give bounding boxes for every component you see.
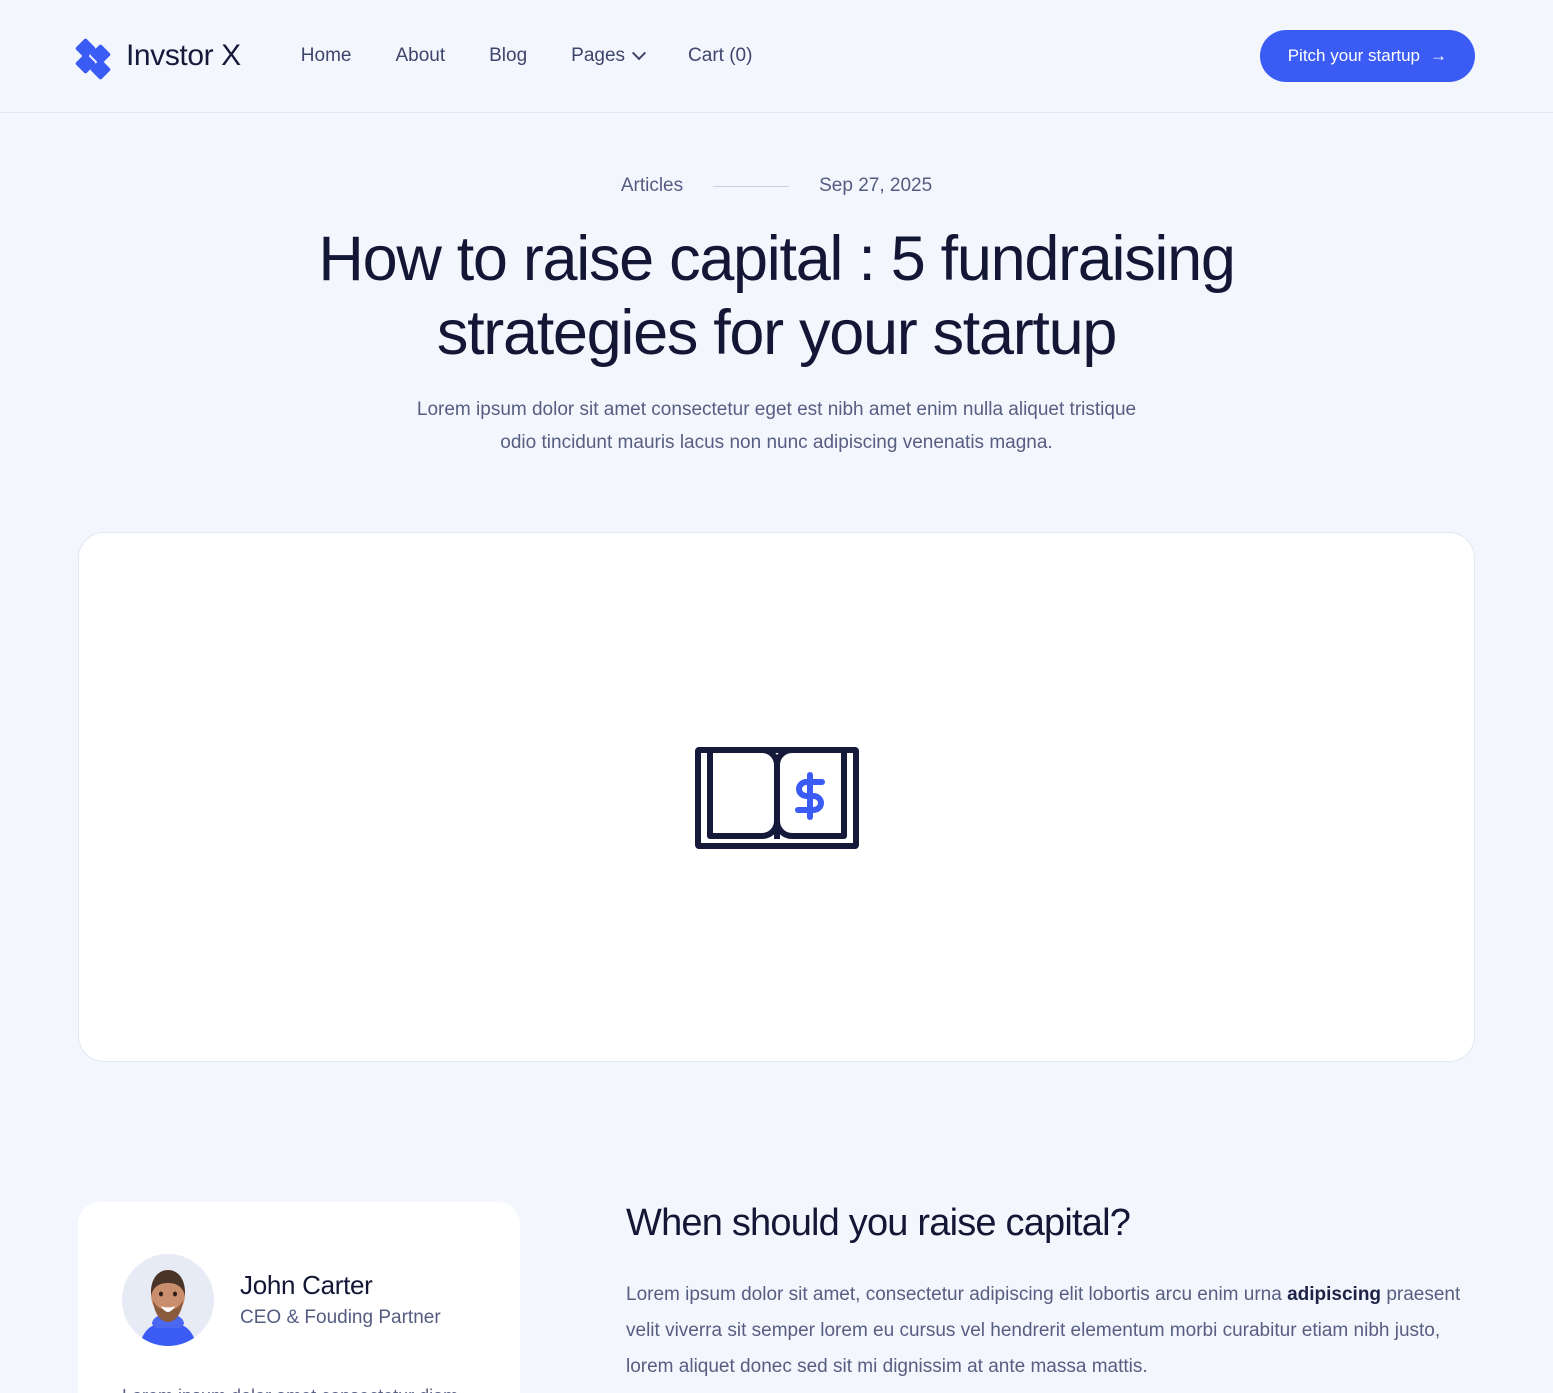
section-heading: When should you raise capital? <box>626 1201 1131 1244</box>
article-date: Sep 27, 2025 <box>819 175 933 196</box>
page-root: Invstor X Home About Blog Pages Cart (0)… <box>0 0 1553 1393</box>
article-hero: Articles Sep 27, 2025 How to raise capit… <box>0 113 1553 460</box>
nav-link-about-label: About <box>395 45 446 66</box>
author-bio: Lorem ipsum dolor amet consectetur diam … <box>122 1380 476 1393</box>
arrow-right-icon: → <box>1430 46 1447 65</box>
nav-item-cart[interactable]: Cart (0) <box>666 37 774 75</box>
article-paragraph: Lorem ipsum dolor sit amet, consectetur … <box>626 1277 1475 1385</box>
meta-divider <box>713 185 790 187</box>
top-navbar: Invstor X Home About Blog Pages Cart (0)… <box>0 0 1553 113</box>
nav-links: Home About Blog Pages Cart (0) <box>279 37 775 75</box>
article-subtitle: Lorem ipsum dolor sit amet consectetur e… <box>416 399 1137 454</box>
brand-name: Invstor X <box>126 39 241 72</box>
chevron-down-icon <box>631 46 647 61</box>
nav-link-home-label: Home <box>300 45 352 66</box>
nav-item-blog[interactable]: Blog <box>467 37 549 75</box>
author-header: John Carter CEO & Fouding Partner <box>122 1253 476 1346</box>
open-book-dollar-icon <box>694 739 859 854</box>
author-identity: John Carter CEO & Fouding Partner <box>240 1270 441 1329</box>
nav-link-pages[interactable]: Pages <box>549 37 666 75</box>
article-body: When should you raise capital? Lorem ips… <box>626 1202 1475 1393</box>
author-name: John Carter <box>240 1270 373 1301</box>
nav-item-pages[interactable]: Pages <box>549 37 666 75</box>
article-hero-image-card <box>78 531 1475 1062</box>
page-title: How to raise capital : 5 fundraising str… <box>318 224 1236 368</box>
paragraph-emphasis: adipiscing <box>1287 1283 1382 1305</box>
paragraph-text-part1: Lorem ipsum dolor sit amet, consectetur … <box>626 1283 1288 1305</box>
author-card: John Carter CEO & Fouding Partner Lorem … <box>78 1201 520 1393</box>
article-category[interactable]: Articles <box>621 175 683 197</box>
diamonds-logo-icon <box>74 37 112 81</box>
pitch-your-startup-button[interactable]: Pitch your startup → <box>1259 30 1475 82</box>
pitch-your-startup-label: Pitch your startup <box>1287 46 1420 65</box>
nav-link-blog[interactable]: Blog <box>467 37 549 75</box>
nav-item-about[interactable]: About <box>373 37 467 75</box>
nav-link-home[interactable]: Home <box>279 37 374 75</box>
nav-link-cart-label: Cart (0) <box>688 45 753 66</box>
brand-logo-link[interactable]: Invstor X <box>74 37 241 81</box>
nav-item-home[interactable]: Home <box>279 37 374 75</box>
article-meta: Articles Sep 27, 2025 <box>78 175 1475 197</box>
nav-link-cart[interactable]: Cart (0) <box>666 37 774 75</box>
nav-link-pages-label: Pages <box>571 45 626 66</box>
avatar <box>122 1253 214 1346</box>
author-role: CEO & Fouding Partner <box>240 1307 441 1329</box>
nav-link-blog-label: Blog <box>489 45 528 66</box>
nav-link-about[interactable]: About <box>373 37 467 75</box>
article-content: John Carter CEO & Fouding Partner Lorem … <box>0 1062 1553 1393</box>
